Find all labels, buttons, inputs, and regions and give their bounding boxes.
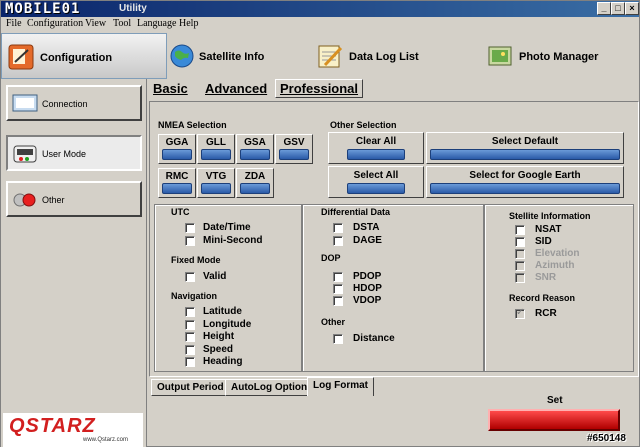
checkbox-valid[interactable] bbox=[185, 272, 195, 282]
nmea-zda-button[interactable]: ZDA bbox=[236, 168, 274, 198]
minimize-button[interactable]: _ bbox=[597, 2, 611, 15]
tab-advanced[interactable]: Advanced bbox=[205, 81, 267, 96]
checkbox-mini-second[interactable] bbox=[185, 236, 195, 246]
checkbox-latitude[interactable] bbox=[185, 307, 195, 317]
checkbox-azimuth bbox=[515, 261, 525, 271]
other-title: Other bbox=[321, 317, 346, 327]
log-format-panel: NMEA Selection GGA GLL GSA GSV RMC VTG Z… bbox=[149, 101, 639, 377]
checkbox-pdop[interactable] bbox=[333, 272, 343, 282]
sidebar-item-other[interactable]: Other bbox=[6, 181, 142, 217]
menu-help[interactable]: Help bbox=[179, 18, 198, 29]
navigation-title: Navigation bbox=[171, 291, 218, 301]
record-reason-title: Record Reason bbox=[509, 293, 576, 303]
sidebar-item-user-mode[interactable]: User Mode bbox=[6, 135, 142, 171]
tab-output-period[interactable]: Output Period bbox=[151, 379, 230, 396]
nmea-gsa-button[interactable]: GSA bbox=[236, 134, 274, 164]
tab-photo-manager[interactable]: Photo Manager bbox=[485, 33, 639, 79]
qstarz-logo: QSTARZ www.Qstarz.com bbox=[3, 413, 143, 447]
tab-autolog-option[interactable]: AutoLog Option bbox=[225, 379, 314, 396]
menu-language[interactable]: Language bbox=[137, 18, 176, 29]
maximize-button[interactable]: □ bbox=[611, 2, 625, 15]
watermark: #650148 bbox=[587, 433, 626, 444]
differential-data-title: Differential Data bbox=[321, 207, 391, 217]
checkbox-heading[interactable] bbox=[185, 357, 195, 367]
title-bar: MOBILE01 Utility _ □ × bbox=[1, 1, 639, 17]
set-button[interactable] bbox=[488, 409, 620, 431]
photo-icon bbox=[488, 46, 512, 66]
configuration-icon bbox=[8, 44, 34, 70]
checkbox-elevation bbox=[515, 249, 525, 259]
connection-icon bbox=[12, 94, 38, 112]
globe-icon bbox=[170, 44, 194, 68]
tab-professional[interactable]: Professional bbox=[275, 79, 364, 98]
menu-configuration[interactable]: Configuration bbox=[27, 18, 83, 29]
select-google-earth-button[interactable]: Select for Google Earth bbox=[426, 166, 624, 198]
nmea-vtg-button[interactable]: VTG bbox=[197, 168, 235, 198]
menu-bar: File Configuration View Tool Language He… bbox=[1, 17, 639, 31]
tab-basic[interactable]: Basic bbox=[153, 81, 188, 96]
menu-view[interactable]: View bbox=[85, 18, 106, 29]
nmea-gll-button[interactable]: GLL bbox=[197, 134, 235, 164]
checkbox-speed[interactable] bbox=[185, 345, 195, 355]
nmea-gga-button[interactable]: GGA bbox=[158, 134, 196, 164]
checkbox-dage[interactable] bbox=[333, 236, 343, 246]
tab-configuration[interactable]: Configuration bbox=[1, 33, 167, 79]
nmea-selection-title: NMEA Selection bbox=[158, 120, 227, 130]
other-selection-title: Other Selection bbox=[330, 120, 397, 130]
sidebar-item-connection[interactable]: Connection bbox=[6, 85, 142, 121]
satellite-record-group: Stellite Information NSAT SID Elevation … bbox=[484, 204, 634, 372]
device-icon bbox=[13, 145, 37, 163]
checkbox-longitude[interactable] bbox=[185, 320, 195, 330]
checkbox-dsta[interactable] bbox=[333, 223, 343, 233]
main-window: MOBILE01 Utility _ □ × File Configuratio… bbox=[0, 0, 640, 447]
utc-title: UTC bbox=[171, 207, 190, 217]
notepad-icon bbox=[318, 45, 343, 68]
menu-file[interactable]: File bbox=[6, 18, 22, 29]
menu-tool[interactable]: Tool bbox=[113, 18, 131, 29]
select-default-button[interactable]: Select Default bbox=[426, 132, 624, 164]
select-all-button[interactable]: Select All bbox=[328, 166, 424, 198]
red-dots-icon bbox=[13, 193, 36, 207]
checkbox-height[interactable] bbox=[185, 332, 195, 342]
checkbox-distance[interactable] bbox=[333, 334, 343, 344]
checkbox-vdop[interactable] bbox=[333, 296, 343, 306]
checkbox-snr bbox=[515, 273, 525, 283]
fixed-mode-title: Fixed Mode bbox=[171, 255, 221, 265]
nmea-rmc-button[interactable]: RMC bbox=[158, 168, 196, 198]
nmea-selection-group: NMEA Selection GGA GLL GSA GSV RMC VTG Z… bbox=[154, 106, 322, 202]
check-mark-icon: ✓ bbox=[516, 307, 525, 318]
checkbox-date-time[interactable] bbox=[185, 223, 195, 233]
checkbox-nsat[interactable] bbox=[515, 225, 525, 235]
window-title: Utility bbox=[119, 3, 147, 14]
tab-log-format[interactable]: Log Format bbox=[307, 377, 374, 396]
sidebar: Connection User Mode Other bbox=[1, 79, 147, 447]
differential-dop-group: Differential Data DSTA DAGE DOP PDOP HDO… bbox=[302, 204, 484, 372]
close-button[interactable]: × bbox=[625, 2, 639, 15]
set-label: Set bbox=[547, 395, 563, 406]
tab-data-log-list[interactable]: Data Log List bbox=[317, 33, 485, 79]
checkbox-hdop[interactable] bbox=[333, 284, 343, 294]
satellite-information-title: Stellite Information bbox=[509, 211, 591, 221]
mobile01-logo: MOBILE01 bbox=[5, 1, 81, 17]
tab-satellite-info[interactable]: Satellite Info bbox=[167, 33, 317, 79]
dop-title: DOP bbox=[321, 253, 341, 263]
checkbox-sid[interactable] bbox=[515, 237, 525, 247]
clear-all-button[interactable]: Clear All bbox=[328, 132, 424, 164]
checkbox-rcr: ✓ bbox=[515, 307, 525, 319]
utc-navigation-group: UTC Date/Time Mini-Second Fixed Mode Val… bbox=[154, 204, 302, 372]
top-tabs: Configuration Satellite Info Data Log Li… bbox=[1, 33, 639, 79]
nmea-gsv-button[interactable]: GSV bbox=[275, 134, 313, 164]
